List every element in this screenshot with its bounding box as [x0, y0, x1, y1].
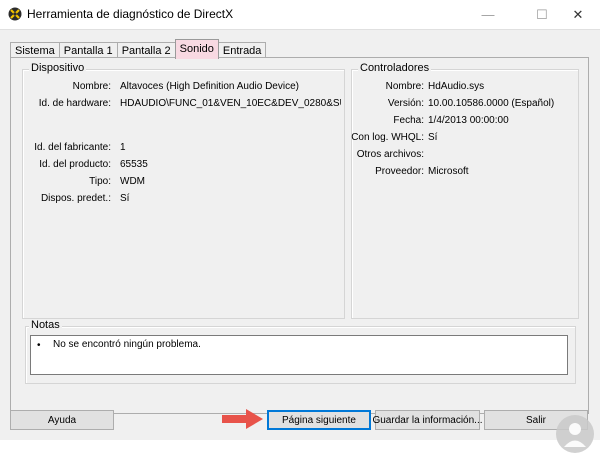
product-id-row: Id. del producto: 65535: [23, 158, 343, 172]
device-legend: Dispositivo: [29, 62, 87, 74]
driver-date-row: Fecha: 1/4/2013 00:00:00: [352, 114, 577, 128]
hardware-id-row: Id. de hardware: HDAUDIO\FUNC_01&VEN_10E…: [23, 97, 343, 111]
directx-icon: [8, 7, 22, 21]
notes-bullet: •: [37, 340, 41, 351]
driver-version-label: Versión:: [387, 98, 424, 109]
close-icon: ✕: [572, 6, 584, 22]
device-groupbox: Dispositivo Nombre: Altavoces (High Defi…: [22, 62, 345, 319]
driver-date-label: Fecha:: [393, 115, 424, 126]
drivers-groupbox: Controladores Nombre: HdAudio.sys Versió…: [351, 62, 579, 319]
driver-version-value: 10.00.10586.0000 (Español): [428, 98, 555, 109]
driver-other-files-label: Otros archivos:: [356, 149, 424, 160]
dialog-client-area: Sistema Pantalla 1 Pantalla 2 Sonido Ent…: [0, 29, 600, 453]
default-device-label: Dispos. predet.:: [40, 193, 111, 204]
default-device-value: Sí: [120, 193, 130, 204]
minimize-button[interactable]: —: [466, 0, 510, 29]
tab-sonido[interactable]: Sonido: [174, 39, 219, 59]
manufacturer-id-label: Id. del fabricante:: [34, 142, 111, 153]
next-page-button[interactable]: Página siguiente: [267, 410, 371, 430]
driver-whql-label: Con log. WHQL:: [351, 132, 424, 143]
driver-other-files-row: Otros archivos:: [352, 148, 577, 162]
driver-version-row: Versión: 10.00.10586.0000 (Español): [352, 97, 577, 111]
driver-provider-row: Proveedor: Microsoft: [352, 165, 577, 179]
default-device-row: Dispos. predet.: Sí: [23, 192, 343, 206]
device-name-row: Nombre: Altavoces (High Definition Audio…: [23, 80, 343, 94]
driver-date-value: 1/4/2013 00:00:00: [428, 115, 509, 126]
driver-name-value: HdAudio.sys: [428, 81, 485, 92]
device-name-label: Nombre:: [72, 81, 111, 92]
driver-whql-value: Sí: [428, 132, 438, 143]
window-title: Herramienta de diagnóstico de DirectX: [27, 7, 234, 21]
type-row: Tipo: WDM: [23, 175, 343, 189]
driver-provider-label: Proveedor:: [375, 166, 424, 177]
site-logo-watermark-icon: [556, 415, 594, 453]
manufacturer-id-value: 1: [120, 142, 126, 153]
save-information-button[interactable]: Guardar la información...: [372, 410, 483, 430]
close-button[interactable]: ✕: [556, 0, 600, 29]
driver-name-row: Nombre: HdAudio.sys: [352, 80, 577, 94]
type-value: WDM: [120, 176, 145, 187]
product-id-value: 65535: [120, 159, 148, 170]
driver-provider-value: Microsoft: [428, 166, 469, 177]
manufacturer-id-row: Id. del fabricante: 1: [23, 141, 343, 155]
notes-legend: Notas: [29, 319, 62, 331]
notes-textbox[interactable]: • No se encontró ningún problema.: [30, 335, 568, 375]
notes-line: No se encontró ningún problema.: [53, 339, 201, 350]
hardware-id-value: HDAUDIO\FUNC_01&VEN_10EC&DEV_0280&SUBSYS…: [120, 98, 341, 109]
red-arrow-pointer-icon: [222, 409, 263, 429]
title-bar: Herramienta de diagnóstico de DirectX — …: [0, 0, 600, 29]
notes-groupbox: Notas • No se encontró ningún problema.: [25, 319, 576, 384]
minimize-icon: —: [481, 7, 495, 22]
drivers-legend: Controladores: [358, 62, 432, 74]
driver-name-label: Nombre:: [385, 81, 424, 92]
driver-whql-row: Con log. WHQL: Sí: [351, 131, 577, 145]
type-label: Tipo:: [89, 176, 111, 187]
maximize-icon: ☐: [536, 6, 548, 22]
help-button[interactable]: Ayuda: [10, 410, 114, 430]
product-id-label: Id. del producto:: [39, 159, 111, 170]
tab-panel-sonido: Dispositivo Nombre: Altavoces (High Defi…: [10, 57, 589, 414]
hardware-id-label: Id. de hardware:: [38, 98, 111, 109]
tab-strip: Sistema Pantalla 1 Pantalla 2 Sonido Ent…: [10, 39, 267, 59]
device-name-value: Altavoces (High Definition Audio Device): [120, 81, 299, 92]
